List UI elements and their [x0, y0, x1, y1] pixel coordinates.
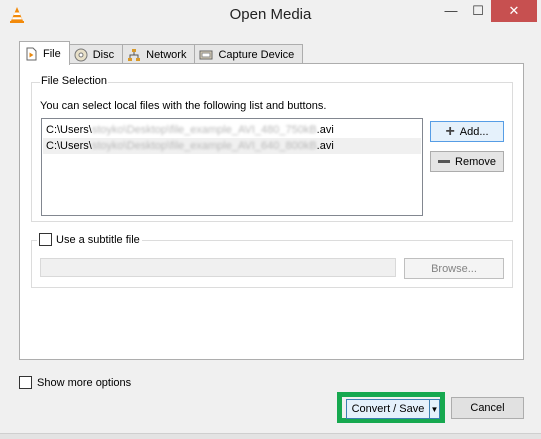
network-icon — [128, 49, 141, 61]
tab-network[interactable]: Network — [122, 44, 196, 65]
subtitle-checkbox-row[interactable]: Use a subtitle file — [37, 233, 142, 246]
close-button[interactable]: ✕ — [491, 0, 537, 22]
minimize-button[interactable]: — — [437, 0, 465, 22]
file-list[interactable]: C:\Users\stoyko\Desktop\file_example_AVI… — [41, 118, 423, 216]
maximize-button[interactable]: ☐ — [465, 0, 491, 22]
tab-label: Disc — [92, 49, 115, 61]
convert-dropdown-button[interactable]: ▼ — [429, 399, 440, 419]
file-selection-instructions: You can select local files with the foll… — [40, 100, 327, 112]
file-tab-panel: File Selection You can select local file… — [19, 63, 524, 360]
disc-icon — [74, 48, 88, 62]
add-file-button[interactable]: + Add... — [430, 121, 504, 142]
tab-file[interactable]: File — [19, 41, 70, 65]
remove-file-button[interactable]: Remove — [430, 151, 504, 172]
file-selection-label: File Selection — [40, 75, 109, 87]
show-more-options-label: Show more options — [37, 376, 132, 389]
show-more-options-checkbox[interactable] — [19, 376, 32, 389]
remove-button-label: Remove — [455, 155, 496, 168]
tab-disc[interactable]: Disc — [68, 44, 124, 65]
redacted-path: stoyko\Desktop\file_example_AVI_640_800k… — [91, 140, 317, 152]
file-list-item[interactable]: C:\Users\stoyko\Desktop\file_example_AVI… — [43, 122, 421, 138]
tab-label: Capture Device — [218, 49, 295, 61]
tab-label: File — [43, 47, 61, 60]
file-icon — [26, 47, 37, 60]
tab-bar: File Disc Network Capture Device — [19, 41, 304, 65]
file-selection-group: File Selection You can select local file… — [31, 75, 513, 222]
add-button-label: Add... — [459, 125, 489, 138]
plus-icon: + — [445, 122, 455, 140]
minus-icon — [438, 160, 451, 163]
browse-subtitle-button: Browse... — [404, 258, 504, 279]
subtitle-checkbox-label: Use a subtitle file — [56, 233, 140, 246]
subtitle-checkbox[interactable] — [39, 233, 52, 246]
cancel-button[interactable]: Cancel — [451, 397, 524, 419]
tab-label: Network — [146, 49, 187, 61]
subtitle-path-input — [40, 258, 396, 277]
title-bar: Open Media — ☐ ✕ — [0, 0, 541, 31]
file-list-item[interactable]: C:\Users\stoyko\Desktop\file_example_AVI… — [43, 138, 421, 154]
show-more-options-row[interactable]: Show more options — [19, 376, 131, 389]
redacted-path: stoyko\Desktop\file_example_AVI_480_750k… — [91, 124, 317, 136]
convert-save-button[interactable]: Convert / Save — [346, 399, 430, 419]
capture-device-icon — [199, 50, 213, 60]
taskbar-strip — [0, 433, 541, 439]
chevron-down-icon: ▼ — [430, 404, 439, 414]
subtitle-group: Use a subtitle file Browse... — [31, 233, 513, 288]
tab-capture-device[interactable]: Capture Device — [194, 44, 304, 65]
